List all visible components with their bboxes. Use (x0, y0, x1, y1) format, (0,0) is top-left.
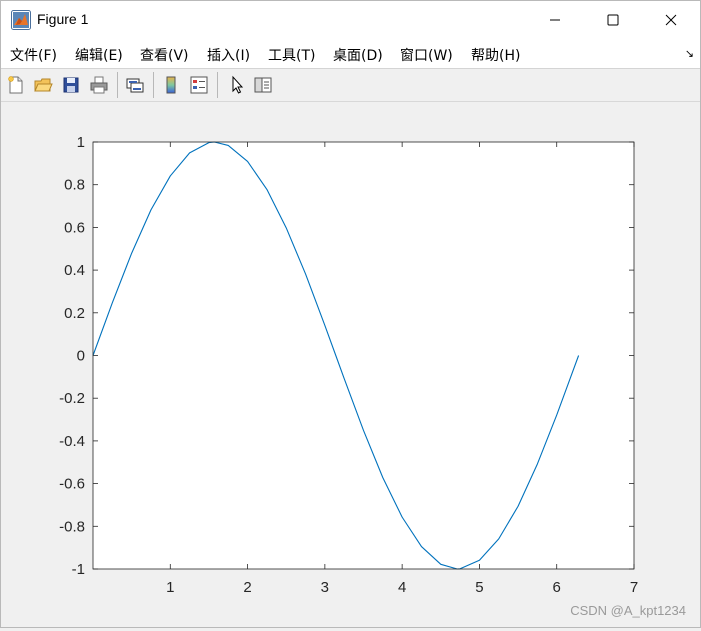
link-plot-icon (126, 78, 144, 93)
title-bar[interactable]: Figure 1 (1, 1, 700, 39)
colorbar-icon (166, 76, 176, 94)
window-title: Figure 1 (37, 11, 89, 27)
figure-toolbar (1, 69, 700, 102)
link-plot-button[interactable] (123, 73, 147, 97)
x-tick-label: 6 (553, 579, 561, 596)
menu-tools[interactable]: 工具(T) (268, 45, 315, 65)
x-tick-label: 2 (243, 579, 251, 596)
toolbar-separator (117, 72, 118, 98)
y-tick-label: -0.8 (59, 518, 85, 535)
close-button[interactable] (642, 1, 700, 39)
minimize-button[interactable] (526, 1, 584, 39)
print-icon (90, 76, 108, 94)
property-editor-button[interactable] (251, 73, 275, 97)
legend-icon (190, 76, 208, 94)
figure-canvas[interactable]: 1 2 3 4 5 6 7 -1 -0.8 -0.6 -0.4 -0.2 0 0.2 0.4 0.6 0.8 1 … (1, 102, 700, 627)
save-icon (63, 77, 79, 93)
pointer-icon (232, 75, 244, 94)
toolbar-separator (153, 72, 154, 98)
open-file-icon (34, 78, 53, 92)
menu-help[interactable]: 帮助(H) (471, 45, 520, 65)
menu-edit[interactable]: 编辑(E) (75, 45, 123, 65)
y-tick-label: 0.2 (64, 305, 85, 322)
matlab-icon (11, 10, 31, 30)
save-button[interactable] (59, 73, 83, 97)
y-tick-label: -0.2 (59, 390, 85, 407)
maximize-button[interactable] (584, 1, 642, 39)
toolbar-separator (217, 72, 218, 98)
y-tick-label: -1 (72, 561, 85, 578)
x-tick-label: 5 (475, 579, 483, 596)
property-editor-icon (254, 77, 272, 93)
x-tick-label: 7 (630, 579, 638, 596)
menu-bar: 文件(F) 编辑(E) 查看(V) 插入(I) 工具(T) 桌面(D) 窗口(W… (1, 39, 700, 69)
close-icon (665, 14, 677, 26)
maximize-icon (607, 14, 619, 26)
legend-button[interactable] (187, 73, 211, 97)
pointer-button[interactable] (224, 73, 248, 97)
colorbar-button[interactable] (159, 73, 183, 97)
figure-window: Figure 1 文件(F) 编辑(E) 查看(V) 插入(I) 工具(T) 桌… (0, 0, 701, 628)
watermark: CSDN @A_kpt1234 (570, 603, 686, 618)
y-tick-label: 0.6 (64, 219, 85, 236)
y-tick-label: 0.8 (64, 177, 85, 194)
menu-insert[interactable]: 插入(I) (207, 45, 250, 65)
plot-background[interactable] (93, 142, 634, 569)
new-figure-button[interactable] (4, 73, 28, 97)
menu-view[interactable]: 查看(V) (140, 45, 189, 65)
new-figure-icon (8, 76, 23, 94)
print-button[interactable] (87, 73, 111, 97)
open-file-button[interactable] (31, 73, 55, 97)
menu-file[interactable]: 文件(F) (10, 45, 57, 65)
menu-overflow-icon[interactable]: ↘ (685, 47, 694, 60)
y-tick-label: 0 (77, 348, 85, 365)
x-tick-label: 1 (166, 579, 174, 596)
y-tick-label: -0.4 (59, 433, 85, 450)
y-tick-label: 1 (77, 134, 85, 151)
menu-window[interactable]: 窗口(W) (400, 45, 453, 65)
menu-desktop[interactable]: 桌面(D) (333, 45, 383, 65)
y-tick-label: 0.4 (64, 262, 85, 279)
y-tick-label: -0.6 (59, 476, 85, 493)
x-tick-label: 3 (321, 579, 329, 596)
x-tick-label: 4 (398, 579, 406, 596)
axes[interactable]: 1 2 3 4 5 6 7 -1 -0.8 -0.6 -0.4 -0.2 0 0.2 0.4 0.6 0.8 1 (1, 102, 700, 627)
minimize-icon (550, 19, 560, 21)
